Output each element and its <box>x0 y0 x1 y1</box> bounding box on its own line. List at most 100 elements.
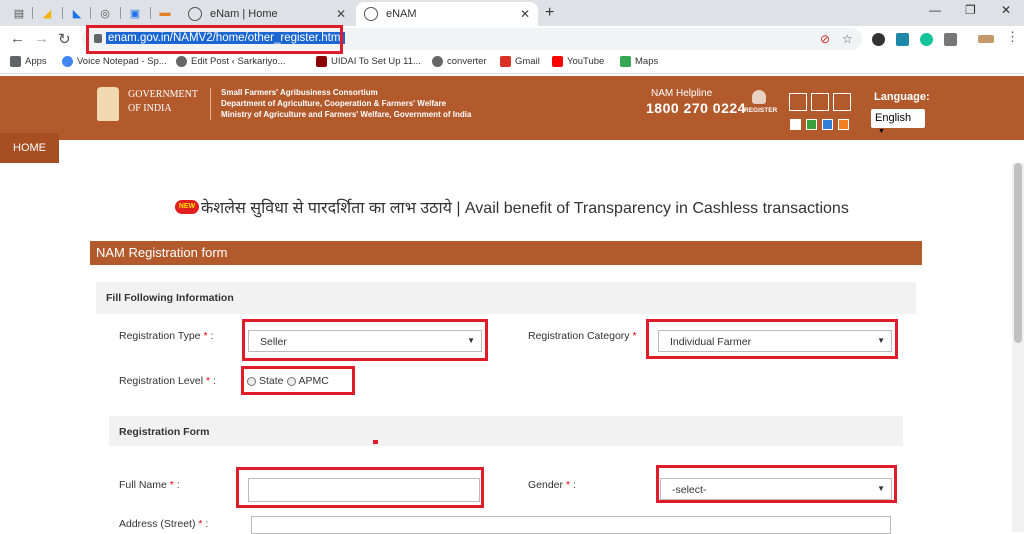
close-icon[interactable]: ✕ <box>520 7 530 21</box>
scroll-thumb[interactable] <box>1014 163 1022 343</box>
menu-icon[interactable]: ⋮ <box>1006 29 1019 45</box>
globe-icon <box>432 56 443 67</box>
tab-separator <box>62 7 63 19</box>
maximize-button[interactable]: ❐ <box>965 3 976 17</box>
bookmarks-bar: Apps Voice Notepad - Sp... Edit Post ‹ S… <box>0 52 1024 74</box>
address-street-input[interactable] <box>251 516 891 534</box>
registration-type-label: Registration Type * : <box>119 330 214 342</box>
theme-swatch-orange[interactable] <box>838 119 849 130</box>
gender-highlight <box>656 465 897 503</box>
bookmark-maps[interactable]: Maps <box>620 56 658 67</box>
minimize-button[interactable]: — <box>929 3 941 17</box>
blocked-icon[interactable]: ⊘ <box>820 32 830 46</box>
apps-grid-icon <box>10 56 21 67</box>
nav-home[interactable]: HOME <box>0 133 59 163</box>
globe-icon <box>188 7 202 21</box>
language-label: Language: <box>874 91 930 103</box>
font-size-box[interactable] <box>811 93 829 111</box>
tab-title: eNam | Home <box>210 8 278 20</box>
url-highlight-box <box>86 25 343 54</box>
flag-icon: ▬ <box>159 7 171 19</box>
form-title: NAM Registration form <box>90 241 922 265</box>
full-name-highlight <box>236 467 484 508</box>
mic-icon <box>62 56 73 67</box>
national-emblem-icon <box>97 87 119 121</box>
government-of-india: GOVERNMENT OF INDIA <box>128 89 198 114</box>
bookmark-edit-post[interactable]: Edit Post ‹ Sarkariyo... <box>176 56 286 67</box>
registration-level-highlight <box>241 366 355 395</box>
registration-category-highlight <box>646 319 898 359</box>
news-icon <box>316 56 327 67</box>
pinned-tab-1[interactable]: ▤ <box>8 4 30 22</box>
pinned-tab-6[interactable]: ▬ <box>154 4 176 22</box>
extension-icon[interactable] <box>872 33 885 46</box>
tab-separator <box>32 7 33 19</box>
gender-label: Gender * : <box>528 479 576 491</box>
close-window-button[interactable]: ✕ <box>1001 3 1011 17</box>
bookmark-uidai[interactable]: UIDAI To Set Up 11... <box>316 56 421 67</box>
bookmark-converter[interactable]: converter <box>432 56 487 67</box>
gmail-icon <box>500 56 511 67</box>
registration-category-label: Registration Category * <box>528 330 637 342</box>
tab-separator <box>90 7 91 19</box>
youtube-icon <box>552 56 563 67</box>
tab-title: eNAM <box>386 8 417 20</box>
pinned-tab-3[interactable]: ◣ <box>66 4 88 22</box>
forward-arrow-icon[interactable]: → <box>34 30 49 47</box>
bookmark-voice-notepad[interactable]: Voice Notepad - Sp... <box>62 56 167 67</box>
star-icon[interactable]: ☆ <box>842 32 853 46</box>
cashless-banner: NEW केशलेस सुविधा से पारदर्शिता का लाभ उ… <box>175 196 849 218</box>
bookmark-youtube[interactable]: YouTube <box>552 56 604 67</box>
globe-icon <box>364 7 378 21</box>
bookmark-apps[interactable]: Apps <box>10 56 47 67</box>
reload-icon[interactable]: ↻ <box>58 30 71 48</box>
section-registration-form: Registration Form <box>109 416 903 446</box>
tab-separator <box>120 7 121 19</box>
red-dot-marker <box>373 440 378 444</box>
grammarly-icon[interactable] <box>920 33 933 46</box>
register-label[interactable]: REGISTER <box>744 107 777 114</box>
extension-icon[interactable] <box>944 33 957 46</box>
profile-icon[interactable] <box>978 35 994 43</box>
tab-enam[interactable]: eNAM ✕ <box>356 2 538 26</box>
extension-icon[interactable] <box>896 33 909 46</box>
address-street-label: Address (Street) * : <box>119 518 209 530</box>
helpline-label: NAM Helpline <box>651 88 713 99</box>
site-header: GOVERNMENT OF INDIA Small Farmers' Agrib… <box>0 76 1024 135</box>
main-nav: HOME <box>0 133 1024 163</box>
helpline-number: 1800 270 0224 <box>646 100 746 116</box>
close-icon[interactable]: ✕ <box>336 7 346 21</box>
font-size-box[interactable] <box>789 93 807 111</box>
maps-icon <box>620 56 631 67</box>
ads-icon: ◢ <box>42 7 52 20</box>
pinned-tab-5[interactable]: ▣ <box>124 4 146 22</box>
back-arrow-icon[interactable]: ← <box>10 30 25 47</box>
translate-icon: ▣ <box>129 7 141 20</box>
pinned-tab-4[interactable]: ◎ <box>94 4 116 22</box>
sfac-info: Small Farmers' Agribusiness Consortium D… <box>221 88 472 119</box>
registration-type-highlight <box>242 319 488 361</box>
registration-level-label: Registration Level * : <box>119 375 216 387</box>
theme-swatch-white[interactable] <box>790 119 801 130</box>
nav-spacer <box>59 140 1024 163</box>
new-tab-button[interactable]: + <box>545 4 554 22</box>
font-size-box[interactable] <box>833 93 851 111</box>
register-icon[interactable] <box>752 90 766 104</box>
theme-swatch-green[interactable] <box>806 119 817 130</box>
page-scrollbar[interactable] <box>1012 163 1024 532</box>
theme-swatch-blue[interactable] <box>822 119 833 130</box>
pinned-tab-2[interactable]: ◢ <box>36 4 58 22</box>
globe-icon: ◎ <box>100 7 110 20</box>
browser-tab-bar: ▤ ◢ ◣ ◎ ▣ ▬ eNam | Home ✕ eNAM ✕ + — ❐ ✕ <box>0 0 1024 26</box>
bookmark-gmail[interactable]: Gmail <box>500 56 540 67</box>
banner-text: केशलेस सुविधा से पारदर्शिता का लाभ उठाये… <box>201 200 849 217</box>
section-fill-info: Fill Following Information <box>96 282 916 314</box>
pinned-tab-icon: ▤ <box>13 7 25 20</box>
globe-icon <box>176 56 187 67</box>
tab-enam-home[interactable]: eNam | Home ✕ <box>180 2 354 26</box>
new-badge: NEW <box>175 200 199 214</box>
analytics-icon: ◣ <box>72 7 82 20</box>
language-select[interactable]: English ▼ <box>871 109 925 135</box>
header-divider <box>210 88 211 120</box>
tab-separator <box>150 7 151 19</box>
